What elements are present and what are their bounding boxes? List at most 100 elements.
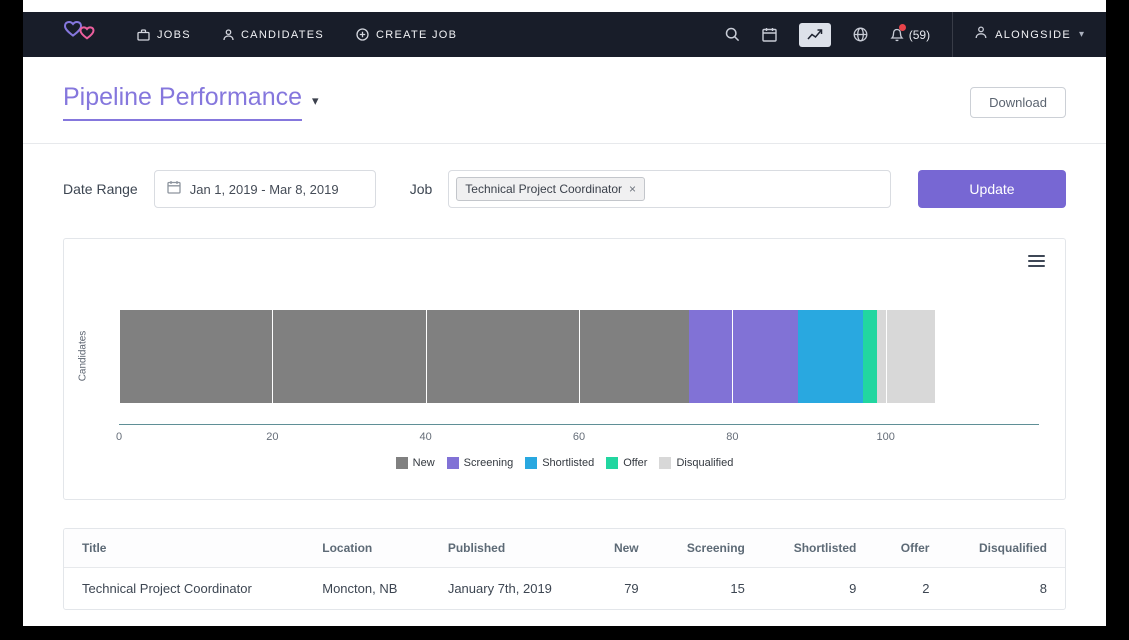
app-page: JOBS CANDIDATES CREATE JOB [23, 0, 1106, 626]
table-cell: 2 [874, 568, 947, 610]
table-header-row: TitleLocationPublishedNewScreeningShortl… [64, 529, 1065, 568]
nav-item-candidates[interactable]: CANDIDATES [223, 29, 324, 41]
column-header-offer: Offer [874, 529, 947, 568]
y-axis-label: Candidates [78, 331, 89, 382]
column-header-published: Published [430, 529, 588, 568]
legend-item-new[interactable]: New [396, 457, 435, 469]
page-header: Pipeline Performance ▾ Download [23, 57, 1106, 144]
filters-bar: Date Range Jan 1, 2019 - Mar 8, 2019 Job… [23, 144, 1106, 208]
column-header-title: Title [64, 529, 304, 568]
table-row[interactable]: Technical Project CoordinatorMoncton, NB… [64, 568, 1065, 610]
brand-logo[interactable] [63, 19, 99, 50]
legend-item-offer[interactable]: Offer [606, 457, 647, 469]
chart-menu-icon[interactable] [1028, 255, 1045, 270]
gridline [579, 285, 580, 424]
results-table-card: TitleLocationPublishedNewScreeningShortl… [63, 528, 1066, 610]
calendar-small-icon [167, 180, 181, 199]
legend-swatch [396, 457, 408, 469]
top-navbar: JOBS CANDIDATES CREATE JOB [23, 12, 1106, 57]
legend-swatch [606, 457, 618, 469]
gridline [886, 285, 887, 424]
plot-area: Candidates [119, 285, 1039, 425]
pipeline-chart-card: Candidates 0 20 40 60 80 100 New Screening Shor… [63, 238, 1066, 500]
calendar-icon[interactable] [762, 27, 777, 42]
x-tick-label: 20 [266, 431, 278, 443]
column-header-new: New [588, 529, 657, 568]
date-range-input[interactable]: Jan 1, 2019 - Mar 8, 2019 [154, 170, 376, 208]
download-button[interactable]: Download [970, 87, 1066, 118]
account-menu[interactable]: ALONGSIDE ▾ [952, 12, 1084, 57]
job-chip: Technical Project Coordinator × [456, 177, 645, 201]
legend-label: Shortlisted [542, 457, 594, 469]
table-cell: 8 [947, 568, 1065, 610]
bar-segment-new[interactable] [119, 310, 689, 403]
nav-item-label: CREATE JOB [376, 29, 457, 41]
navbar-right: (59) ALONGSIDE ▾ [725, 12, 1084, 57]
notifications[interactable]: (59) [890, 27, 930, 42]
chart-legend: New Screening Shortlisted Offer Disqualified [64, 457, 1065, 469]
hearts-logo-icon [63, 19, 99, 50]
person-icon [223, 29, 234, 41]
gridline [732, 285, 733, 424]
bar-segment-screening[interactable] [689, 310, 797, 403]
x-tick-label: 60 [573, 431, 585, 443]
account-name: ALONGSIDE [995, 29, 1071, 41]
globe-icon[interactable] [853, 27, 868, 42]
x-axis-ticks: 0 20 40 60 80 100 [119, 425, 1039, 447]
legend-swatch [525, 457, 537, 469]
nav-item-label: CANDIDATES [241, 29, 324, 41]
search-icon[interactable] [725, 27, 740, 42]
main-nav: JOBS CANDIDATES CREATE JOB [137, 28, 457, 41]
gridline [272, 285, 273, 424]
date-range-value: Jan 1, 2019 - Mar 8, 2019 [190, 182, 339, 197]
table-cell: Technical Project Coordinator [64, 568, 304, 610]
table-cell: 79 [588, 568, 657, 610]
job-chip-label: Technical Project Coordinator [465, 182, 622, 196]
legend-swatch [659, 457, 671, 469]
briefcase-icon [137, 29, 150, 41]
nav-item-jobs[interactable]: JOBS [137, 29, 191, 41]
legend-item-disqualified[interactable]: Disqualified [659, 457, 733, 469]
legend-swatch [447, 457, 459, 469]
account-person-icon [975, 26, 987, 44]
plus-circle-icon [356, 28, 369, 41]
table-cell: 9 [763, 568, 874, 610]
table-cell: January 7th, 2019 [430, 568, 588, 610]
legend-label: Screening [464, 457, 514, 469]
legend-label: Disqualified [676, 457, 733, 469]
x-tick-label: 0 [116, 431, 122, 443]
legend-item-screening[interactable]: Screening [447, 457, 514, 469]
table-cell: Moncton, NB [304, 568, 430, 610]
notification-count: (59) [909, 28, 930, 42]
page-title: Pipeline Performance [63, 83, 302, 121]
legend-label: New [413, 457, 435, 469]
column-header-location: Location [304, 529, 430, 568]
chip-close-icon[interactable]: × [629, 183, 636, 195]
gridline [119, 285, 120, 424]
job-select-input[interactable]: Technical Project Coordinator × [448, 170, 891, 208]
update-button[interactable]: Update [918, 170, 1066, 208]
x-tick-label: 100 [876, 431, 894, 443]
table-cell: 15 [657, 568, 763, 610]
analytics-icon[interactable] [799, 23, 831, 47]
bell-icon [890, 27, 904, 42]
results-table: TitleLocationPublishedNewScreeningShortl… [64, 529, 1065, 609]
stacked-bar [119, 310, 985, 403]
nav-item-create-job[interactable]: CREATE JOB [356, 28, 457, 41]
column-header-disqualified: Disqualified [947, 529, 1065, 568]
x-tick-label: 40 [420, 431, 432, 443]
notification-dot [899, 24, 906, 31]
legend-label: Offer [623, 457, 647, 469]
job-label: Job [410, 181, 433, 197]
column-header-screening: Screening [657, 529, 763, 568]
bar-segment-shortlisted[interactable] [798, 310, 863, 403]
bar-segment-offer[interactable] [863, 310, 877, 403]
gridline [426, 285, 427, 424]
title-dropdown-caret-icon[interactable]: ▾ [312, 93, 319, 109]
nav-item-label: JOBS [157, 29, 191, 41]
legend-item-shortlisted[interactable]: Shortlisted [525, 457, 594, 469]
chevron-down-icon: ▾ [1079, 29, 1084, 40]
date-range-label: Date Range [63, 181, 138, 197]
column-header-shortlisted: Shortlisted [763, 529, 874, 568]
x-tick-label: 80 [726, 431, 738, 443]
